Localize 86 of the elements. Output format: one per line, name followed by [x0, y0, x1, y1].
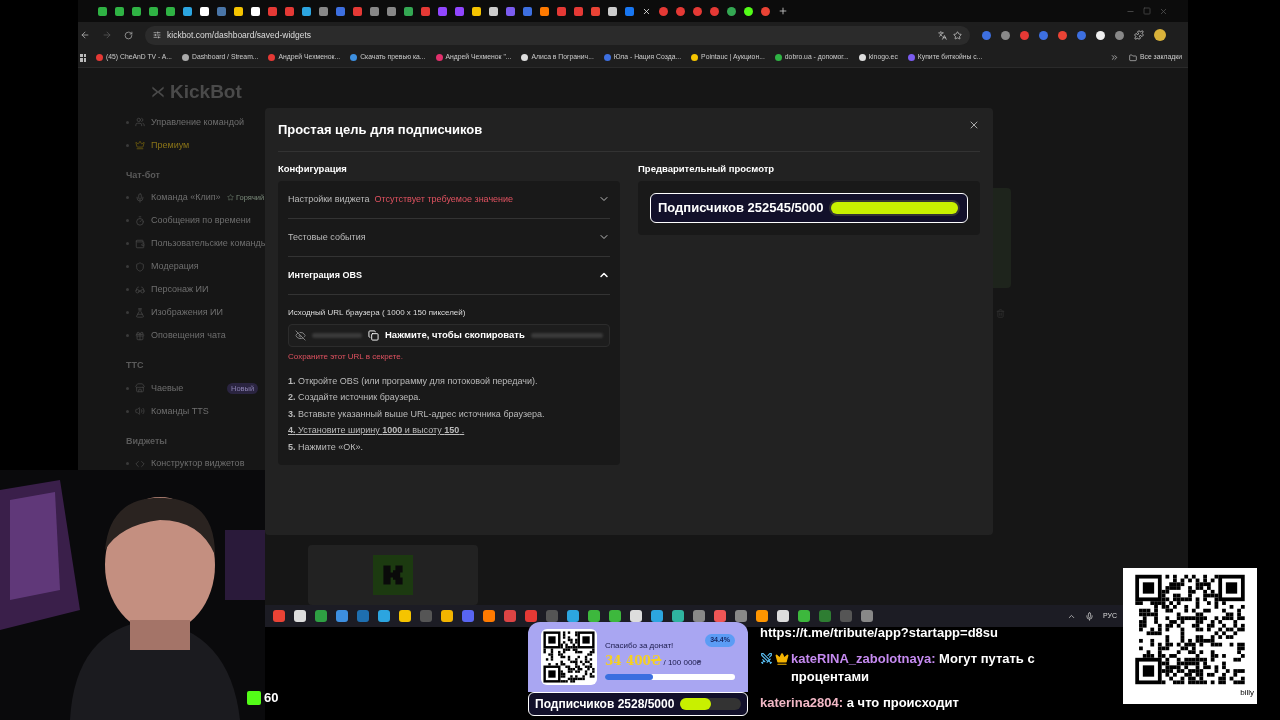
- taskbar-app-icon[interactable]: [567, 610, 579, 622]
- taskbar-app-icon[interactable]: [483, 610, 495, 622]
- section-heading: Виджеты: [126, 434, 168, 448]
- chat-message: https://t.me/tribute/app?startapp=d8su: [760, 624, 999, 642]
- hidden-eye-icon: [295, 329, 306, 341]
- subscriber-goal-label: Подписчиков 2528/5000: [535, 696, 675, 713]
- microphone-icon[interactable]: [1084, 611, 1094, 621]
- qr-caption: billy: [1240, 688, 1254, 697]
- apps-icon[interactable]: [80, 53, 86, 62]
- accordion-header[interactable]: Интеграция OBS: [288, 256, 610, 295]
- taskbar-app-icon[interactable]: [378, 610, 390, 622]
- taskbar-app-icon[interactable]: [735, 610, 747, 622]
- raised-amount: 34 400₴: [605, 653, 662, 670]
- field-label: Исходный URL браузера ( 1000 x 150 пикселей): [288, 306, 467, 319]
- menu-icon: [135, 383, 145, 393]
- taskbar-app-icon[interactable]: [294, 610, 306, 622]
- taskbar-app-icon[interactable]: [588, 610, 600, 622]
- menu-icon: [135, 406, 145, 416]
- instruction-step: 2. Создайте источник браузера.: [288, 389, 610, 406]
- taskbar-app-icon[interactable]: [441, 610, 453, 622]
- donation-thanks: Спасибо за донат!: [605, 640, 674, 652]
- menu-icon: [135, 330, 145, 341]
- section-heading: TTC: [126, 359, 145, 372]
- crown-badge-icon: [775, 652, 789, 666]
- folder-icon: [1128, 53, 1137, 62]
- sidebar-item[interactable]: Сообщения по времени: [126, 209, 268, 232]
- sidebar-item[interactable]: Персонаж ИИ: [126, 278, 268, 301]
- menu-icon: [135, 215, 145, 226]
- viewer-count: 60: [264, 689, 279, 707]
- menu-icon: [135, 307, 145, 318]
- taskbar-app-icon[interactable]: [714, 610, 726, 622]
- taskbar-app-icon[interactable]: [777, 610, 789, 622]
- url-field[interactable]: Нажмите, чтобы скопировать: [288, 323, 610, 347]
- extensions-icon[interactable]: [1134, 30, 1144, 40]
- sidebar-item[interactable]: Управление командой: [126, 110, 268, 134]
- taskbar-app-icon[interactable]: [756, 610, 768, 622]
- sidebar-item[interactable]: Команды TTS: [126, 399, 268, 423]
- instruction-step: 4. Установите ширину 1000 и высоту 150 .: [288, 422, 610, 439]
- sidebar-item[interactable]: Изображения ИИ: [126, 301, 268, 324]
- back-icon[interactable]: [80, 30, 90, 40]
- menu-icon: [135, 192, 145, 203]
- kick-logo-icon: [373, 555, 413, 595]
- reload-icon[interactable]: [124, 30, 133, 40]
- menu-icon: [135, 140, 145, 150]
- accordion-header[interactable]: Тестовые события: [288, 218, 610, 257]
- accordion-header[interactable]: Настройки виджета Отсутствует требуемое значение: [288, 180, 610, 219]
- taskbar-app-icon[interactable]: [693, 610, 705, 622]
- taskbar-app-icon[interactable]: [315, 610, 327, 622]
- chat-message: kateRINA_zabolotnaya: Могут путать с процентами: [791, 650, 1036, 686]
- taskbar-app-icon[interactable]: [609, 610, 621, 622]
- chat-message: katerina2804: а что происходит: [760, 694, 960, 712]
- profile-avatar[interactable]: [1154, 29, 1166, 41]
- config-heading: Конфигурация: [278, 161, 348, 176]
- goal-amount: / 100 000₴: [663, 657, 702, 669]
- taskbar-app-icon[interactable]: [798, 610, 810, 622]
- menu-icon: [135, 261, 145, 272]
- star-icon: [227, 194, 234, 201]
- taskbar-app-icon[interactable]: [651, 610, 663, 622]
- instruction-step: 3. Вставьте указанный выше URL-адрес источника браузера.: [288, 405, 610, 423]
- sidebar-item[interactable]: Премиум: [126, 133, 268, 157]
- menu-icon: [135, 284, 145, 295]
- close-tab-icon[interactable]: [642, 6, 651, 16]
- copy-icon: [368, 329, 379, 341]
- qr-code-icon: [541, 629, 597, 685]
- goal-label: Подписчиков 252545/5000: [658, 199, 824, 217]
- taskbar-app-icon[interactable]: [672, 610, 684, 622]
- taskbar-app-icon[interactable]: [630, 610, 642, 622]
- menu-icon: [135, 238, 145, 249]
- taskbar-app-icon[interactable]: [336, 610, 348, 622]
- modal-title: Простая цель для подписчиков: [278, 121, 483, 139]
- menu-icon: [135, 458, 145, 469]
- instruction-step: 5. Нажмите «ОК».: [288, 438, 610, 456]
- instruction-step: 1. Откройте OBS (или программу для потоковой передачи).: [288, 372, 610, 390]
- new-tab-icon[interactable]: [778, 6, 788, 16]
- preview-heading: Предварительный просмотр: [638, 161, 776, 176]
- more-bookmarks-icon[interactable]: [1109, 53, 1119, 62]
- section-heading: Чат-бот: [126, 168, 161, 182]
- sidebar-item[interactable]: Оповещения чата: [126, 324, 268, 347]
- logo-icon: [150, 84, 166, 101]
- menu-icon: [135, 117, 145, 127]
- taskbar-app-icon[interactable]: [861, 610, 873, 622]
- swords-badge-icon: [760, 652, 773, 665]
- sidebar-item[interactable]: Модерация: [126, 255, 268, 278]
- address-bar[interactable]: kickbot.com/dashboard/saved-widgets: [145, 25, 970, 45]
- taskbar-app-icon[interactable]: [399, 610, 411, 622]
- secret-warning: Сохраните этот URL в секрете.: [288, 350, 405, 363]
